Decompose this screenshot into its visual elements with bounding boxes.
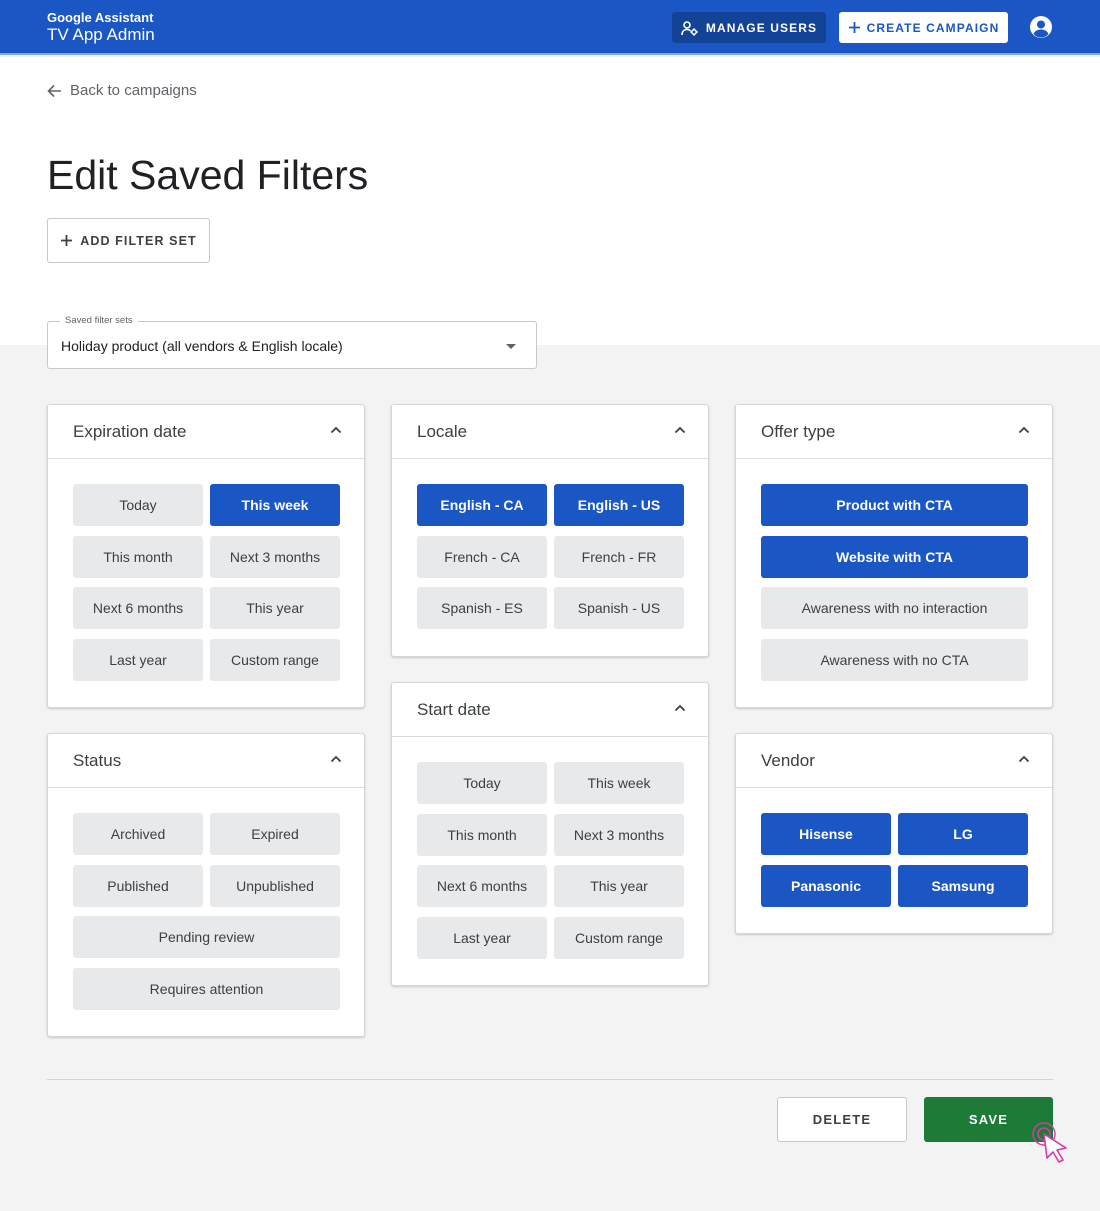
chevron-up-icon: [674, 704, 686, 712]
brand-subtitle: TV App Admin: [47, 25, 155, 44]
create-campaign-button[interactable]: CREATE CAMPAIGN: [839, 12, 1008, 43]
filter-chip[interactable]: Published: [73, 865, 203, 907]
filter-chip[interactable]: This week: [554, 762, 684, 804]
chevron-up-icon: [1018, 426, 1030, 434]
add-filter-set-label: ADD FILTER SET: [80, 233, 197, 248]
chevron-up-icon: [330, 426, 342, 434]
manage-users-label: MANAGE USERS: [705, 20, 818, 35]
create-campaign-label: CREATE CAMPAIGN: [866, 20, 1000, 35]
filter-chip[interactable]: Spanish - ES: [417, 587, 547, 629]
filter-chip[interactable]: This month: [73, 536, 203, 578]
saved-filter-sets-value: Holiday product (all vendors & English l…: [61, 338, 343, 354]
card-title: Locale: [417, 422, 468, 441]
filter-chip[interactable]: Website with CTA: [761, 536, 1028, 578]
vendor-header[interactable]: Vendor: [736, 734, 1052, 788]
filter-chip[interactable]: Next 3 months: [554, 814, 684, 856]
saved-filter-sets-select[interactable]: Saved filter sets Holiday product (all v…: [47, 315, 537, 369]
offer-type-card: Offer type Product with CTA Website with…: [735, 404, 1053, 708]
page-title: Edit Saved Filters: [47, 152, 369, 198]
brand-title: Google Assistant: [47, 10, 154, 25]
card-title: Vendor: [761, 751, 815, 770]
locale-header[interactable]: Locale: [392, 405, 708, 459]
filter-chip[interactable]: LG: [898, 813, 1028, 855]
card-title: Expiration date: [73, 422, 187, 441]
filter-chip[interactable]: This week: [210, 484, 340, 526]
manage-users-icon: [681, 20, 698, 36]
delete-button[interactable]: DELETE: [777, 1097, 907, 1142]
back-link[interactable]: Back to campaigns: [47, 82, 197, 99]
filter-chip[interactable]: Next 6 months: [417, 865, 547, 907]
filter-chip[interactable]: Hisense: [761, 813, 891, 855]
card-title: Offer type: [761, 422, 836, 441]
app-brand[interactable]: Google Assistant TV App Admin: [47, 10, 155, 45]
filter-chip[interactable]: Today: [417, 762, 547, 804]
filter-chip[interactable]: Spanish - US: [554, 587, 684, 629]
card-title: Status: [73, 751, 122, 770]
filter-chip[interactable]: This year: [210, 587, 340, 629]
filter-chip[interactable]: Archived: [73, 813, 203, 855]
filter-chip[interactable]: Last year: [73, 639, 203, 681]
filter-chip[interactable]: Requires attention: [73, 968, 340, 1010]
click-cursor-icon: [1032, 1122, 1067, 1163]
chevron-up-icon: [330, 755, 342, 763]
filter-chip[interactable]: Last year: [417, 917, 547, 959]
saved-filter-sets-label: Saved filter sets: [60, 315, 138, 327]
chevron-up-icon: [1018, 755, 1030, 763]
arrow-left-icon: [47, 84, 61, 97]
card-title: Start date: [417, 700, 491, 719]
filter-chip[interactable]: Awareness with no CTA: [761, 639, 1028, 681]
expiration-date-header[interactable]: Expiration date: [48, 405, 364, 459]
status-header[interactable]: Status: [48, 734, 364, 788]
filter-chip[interactable]: This year: [554, 865, 684, 907]
filter-chip[interactable]: English - CA: [417, 484, 547, 526]
plus-icon: [61, 235, 73, 246]
chevron-up-icon: [674, 426, 686, 434]
status-card: Status Archived Expired Published Unpubl…: [47, 733, 365, 1037]
app-header: Google Assistant TV App Admin MANAGE USE…: [0, 0, 1100, 55]
plus-icon: [848, 22, 860, 33]
dropdown-arrow-icon: [506, 344, 516, 349]
manage-users-button[interactable]: MANAGE USERS: [672, 12, 826, 43]
filter-chip[interactable]: French - CA: [417, 536, 547, 578]
filter-chip[interactable]: Product with CTA: [761, 484, 1028, 526]
add-filter-set-button[interactable]: ADD FILTER SET: [47, 218, 210, 263]
footer-divider: [47, 1079, 1053, 1080]
account-icon[interactable]: [1029, 15, 1053, 39]
filter-chip[interactable]: Expired: [210, 813, 340, 855]
start-date-card: Start date Today This week This month Ne…: [391, 682, 709, 986]
filter-chip[interactable]: French - FR: [554, 536, 684, 578]
filter-chip[interactable]: Panasonic: [761, 865, 891, 907]
filter-chip[interactable]: Custom range: [554, 917, 684, 959]
vendor-card: Vendor Hisense LG Panasonic Samsung: [735, 733, 1053, 934]
filter-chip[interactable]: This month: [417, 814, 547, 856]
start-date-header[interactable]: Start date: [392, 683, 708, 737]
back-link-label: Back to campaigns: [70, 82, 197, 99]
filter-chip[interactable]: Unpublished: [210, 865, 340, 907]
locale-card: Locale English - CA English - US French …: [391, 404, 709, 657]
offer-type-header[interactable]: Offer type: [736, 405, 1052, 459]
filter-chip[interactable]: Pending review: [73, 916, 340, 958]
filter-chip[interactable]: English - US: [554, 484, 684, 526]
filter-chip[interactable]: Samsung: [898, 865, 1028, 907]
page-header-area: [0, 57, 1100, 345]
filter-chip[interactable]: Next 3 months: [210, 536, 340, 578]
filter-chip[interactable]: Custom range: [210, 639, 340, 681]
filter-chip[interactable]: Next 6 months: [73, 587, 203, 629]
filter-chip[interactable]: Today: [73, 484, 203, 526]
filter-chip[interactable]: Awareness with no interaction: [761, 587, 1028, 629]
expiration-date-card: Expiration date Today This week This mon…: [47, 404, 365, 708]
